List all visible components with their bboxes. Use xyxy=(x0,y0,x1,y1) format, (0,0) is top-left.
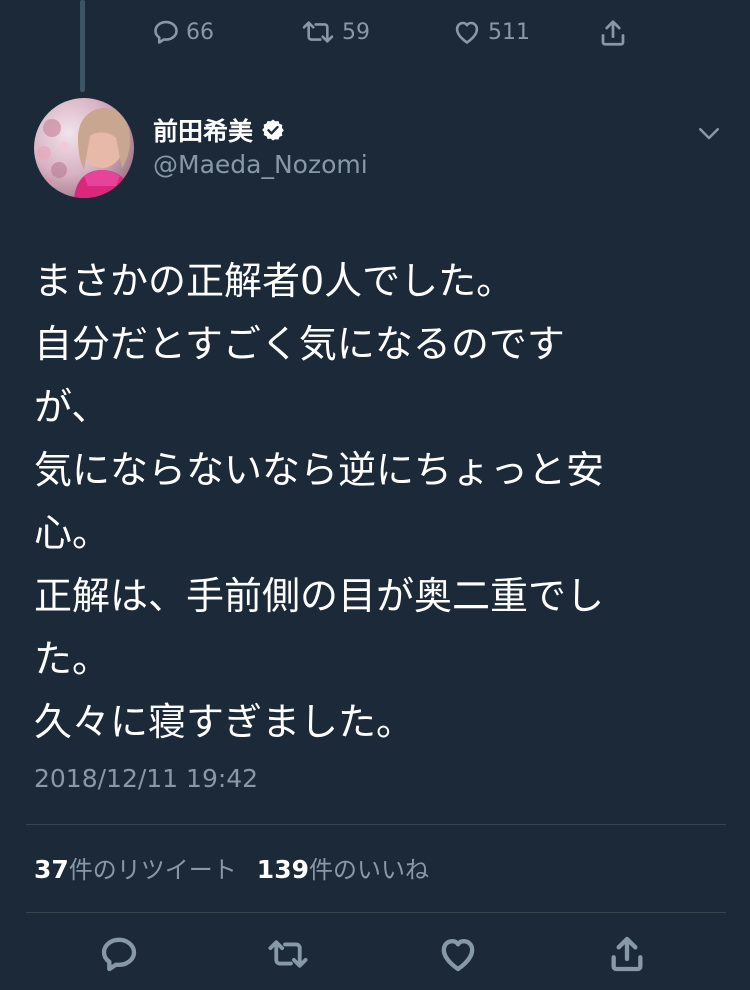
heart-icon xyxy=(441,939,475,972)
heart-icon xyxy=(455,21,479,44)
like-count-label[interactable]: 件のいいね xyxy=(309,850,429,885)
previous-share-action[interactable] xyxy=(598,18,628,48)
previous-like-action[interactable]: 511 xyxy=(452,18,530,46)
verified-badge-icon xyxy=(262,119,284,141)
retweet-count-label[interactable]: 件のリツイート xyxy=(69,850,237,885)
reply-icon xyxy=(154,20,178,44)
tweet-text: まさかの正解者0人でした。 自分だとすごく気になるのです が、 気にならないなら… xyxy=(34,250,714,754)
tweet-timestamp[interactable]: 2018/12/11 19:42 xyxy=(34,764,258,793)
previous-like-count: 511 xyxy=(488,19,530,45)
tweet-text-line: た。 xyxy=(34,637,111,681)
retweet-icon xyxy=(302,21,334,43)
divider xyxy=(26,912,726,913)
reply-icon xyxy=(101,937,137,972)
previous-tweet-actions: 66 59 511 xyxy=(150,18,640,58)
retweet-count[interactable]: 37 xyxy=(34,855,69,884)
tweet-text-line: 気にならないなら逆にちょっと安 xyxy=(34,448,605,492)
tweet-text-line: 心。 xyxy=(34,511,111,555)
previous-retweet-action[interactable]: 59 xyxy=(300,18,370,46)
tweet-action-bar xyxy=(0,932,750,982)
tweet-text-line: が、 xyxy=(34,385,110,429)
like-count[interactable]: 139 xyxy=(257,855,309,884)
tweet-stats: 37 件のリツイート 139 件のいいね xyxy=(34,850,429,885)
tweet-text-line: 自分だとすごく気になるのです xyxy=(34,322,565,366)
reply-button[interactable] xyxy=(97,932,141,976)
share-icon xyxy=(601,20,625,46)
thread-connector-line xyxy=(80,0,85,92)
share-icon xyxy=(611,936,643,972)
tweet-text-line: 正解は、手前側の目が奥二重でし xyxy=(34,574,605,618)
retweet-button[interactable] xyxy=(266,932,310,976)
author-display-name: 前田希美 xyxy=(153,117,254,146)
chevron-down-icon[interactable] xyxy=(694,118,724,148)
previous-reply-count: 66 xyxy=(186,19,214,45)
author-display-name-row[interactable]: 前田希美 xyxy=(153,112,285,148)
tweet-text-line: まさかの正解者0人でした。 xyxy=(34,259,515,303)
avatar[interactable] xyxy=(34,98,134,198)
previous-retweet-count: 59 xyxy=(342,19,370,45)
retweet-icon xyxy=(268,940,308,968)
previous-reply-action[interactable]: 66 xyxy=(152,18,214,46)
tweet-text-line: 久々に寝すぎました。 xyxy=(34,700,415,744)
share-button[interactable] xyxy=(605,932,649,976)
like-button[interactable] xyxy=(436,932,480,976)
author-handle[interactable]: @Maeda_Nozomi xyxy=(153,150,368,179)
avatar-photo xyxy=(34,98,134,198)
divider xyxy=(26,824,726,825)
